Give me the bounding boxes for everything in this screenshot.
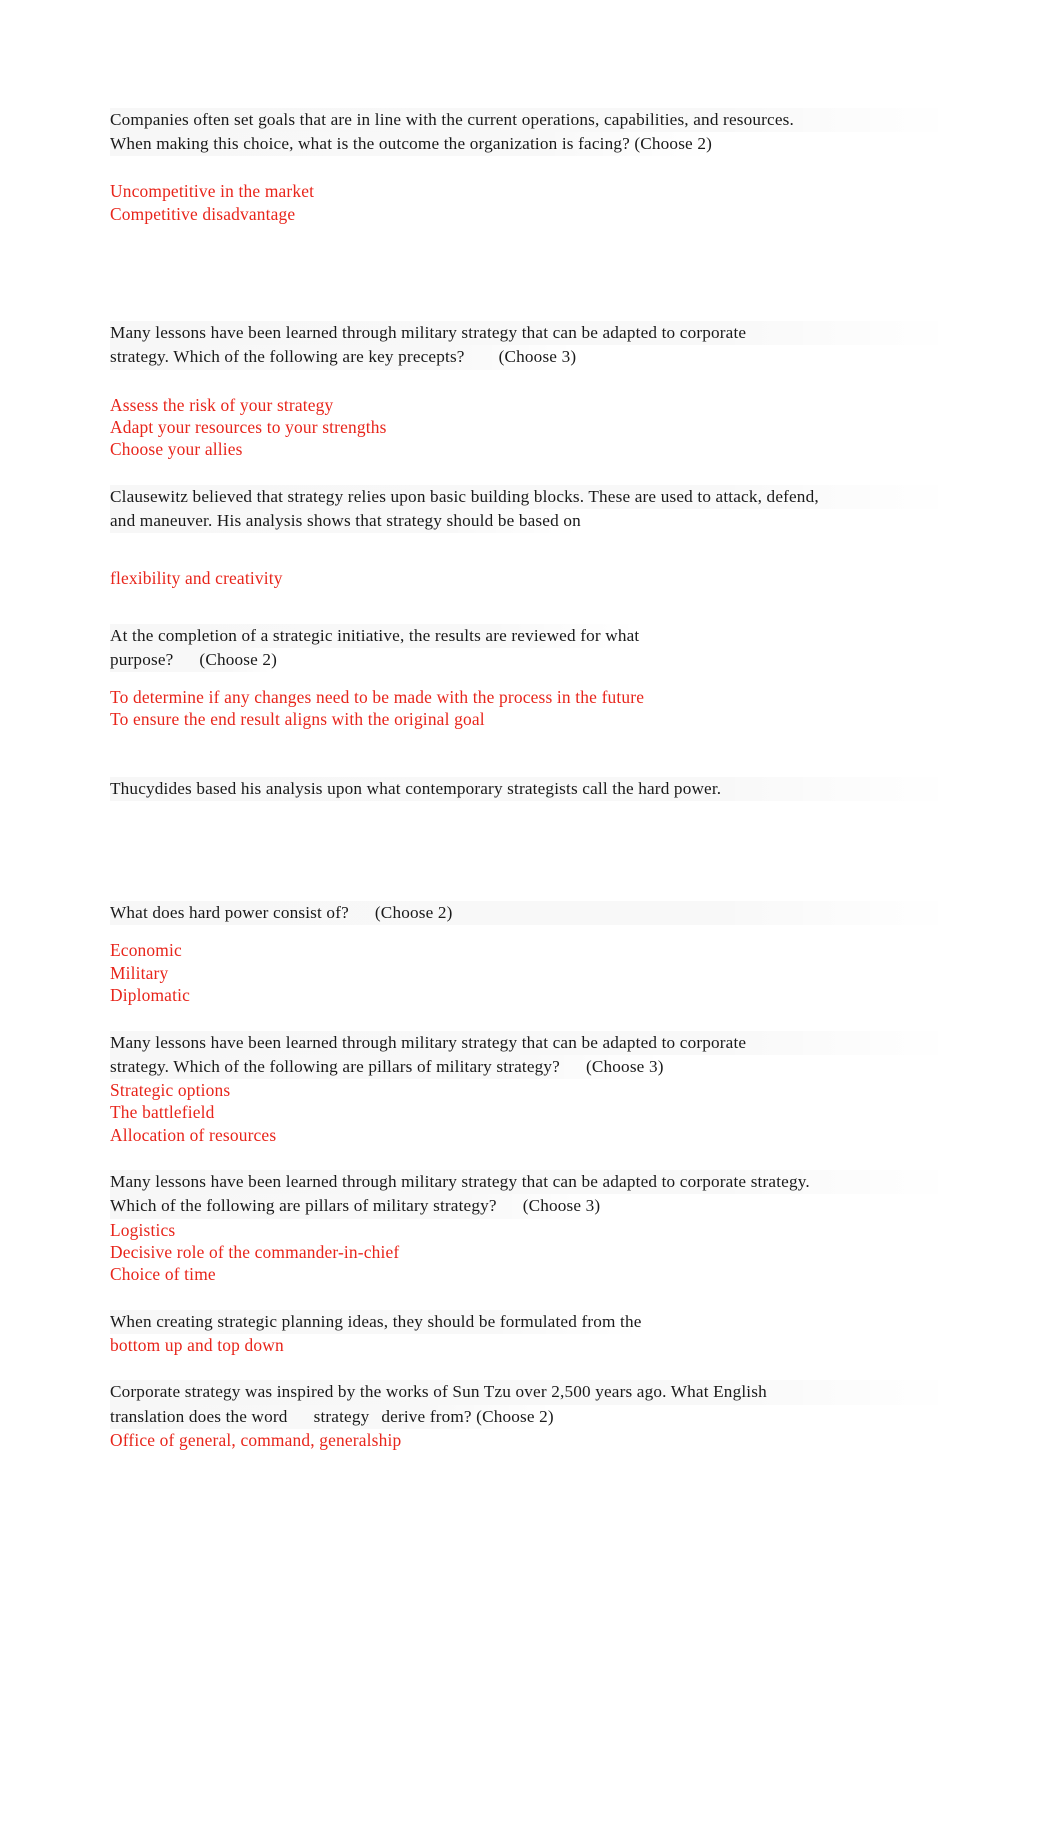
answer-list-2: Assess the risk of your strategy Adapt y… — [110, 394, 955, 461]
answer-item: Office of general, command, generalship — [110, 1429, 402, 1450]
question-text-7-choose-count: (Choose 3) — [585, 1056, 664, 1076]
answer-item: Logistics — [110, 1219, 176, 1240]
question-block-8: Many lessons have been learned through m… — [110, 1170, 955, 1286]
question-block-2: Many lessons have been learned through m… — [110, 321, 955, 461]
document-page: Companies often set goals that are in li… — [0, 0, 1062, 1830]
answer-item: Diplomatic — [110, 985, 190, 1006]
question-text-4-line-2-stem: purpose? — [110, 649, 174, 669]
question-text-1-line-2: When making this choice, what is the out… — [110, 132, 712, 157]
question-text-4-line-2: purpose? (Choose 2) — [110, 647, 278, 673]
answer-item: The battlefield — [110, 1102, 215, 1123]
answer-item: To determine if any changes need to be m… — [110, 687, 645, 708]
question-text-10-line-1: Corporate strategy was inspired by the w… — [110, 1380, 955, 1405]
question-text-6-choose-count: (Choose 2) — [374, 903, 453, 923]
answer-list-10: Office of general, command, generalship — [110, 1429, 955, 1451]
answer-list-4: To determine if any changes need to be m… — [110, 686, 955, 731]
question-text-9-line-1: When creating strategic planning ideas, … — [110, 1309, 642, 1334]
answer-item: bottom up and top down — [110, 1334, 284, 1355]
question-text-7-line-1: Many lessons have been learned through m… — [110, 1030, 955, 1055]
question-block-9: When creating strategic planning ideas, … — [110, 1309, 955, 1357]
answer-item: Allocation of resources — [110, 1124, 277, 1145]
answer-item: Choose your allies — [110, 439, 243, 460]
question-text-6-stem: What does hard power consist of? — [110, 903, 349, 923]
question-text-8-line-2: Which of the following are pillars of mi… — [110, 1194, 601, 1219]
answer-list-9: bottom up and top down — [110, 1334, 955, 1356]
answer-item: Strategic options — [110, 1079, 231, 1100]
answer-item: Decisive role of the commander-in-chief — [110, 1241, 400, 1262]
answer-list-1: Uncompetitive in the market Competitive … — [110, 180, 955, 225]
answer-list-6: Economic Military Diplomatic — [110, 939, 955, 1006]
question-block-4: At the completion of a strategic initiat… — [110, 623, 955, 731]
question-text-3-line-1: Clausewitz believed that strategy relies… — [110, 484, 955, 510]
question-text-10-term: strategy — [313, 1406, 370, 1426]
question-text-2-line-2-stem: strategy. Which of the following are key… — [110, 347, 465, 367]
answer-item: flexibility and creativity — [110, 568, 283, 589]
answer-list-8: Logistics Decisive role of the commander… — [110, 1219, 955, 1286]
question-text-4-line-1: At the completion of a strategic initiat… — [110, 623, 640, 648]
section-spacer-large — [110, 801, 955, 901]
question-block-7: Many lessons have been learned through m… — [110, 1030, 955, 1147]
answer-item: Military — [110, 962, 169, 983]
answer-item: To ensure the end result aligns with the… — [110, 709, 485, 730]
question-text-4-choose-count: (Choose 2) — [199, 649, 278, 669]
question-text-8-line-1: Many lessons have been learned through m… — [110, 1170, 955, 1195]
question-text-2-choose-count: (Choose 3) — [498, 347, 577, 367]
question-text-7-line-2: strategy. Which of the following are pil… — [110, 1054, 664, 1079]
question-block-3: Clausewitz believed that strategy relies… — [110, 484, 955, 590]
question-text-6-line-1: What does hard power consist of? (Choose … — [110, 901, 955, 926]
answer-item: Choice of time — [110, 1264, 216, 1285]
question-text-10-line-2-tail: derive from? (Choose 2) — [381, 1406, 554, 1426]
question-text-10-line-2-stem: translation does the word — [110, 1406, 288, 1426]
question-text-8-choose-count: (Choose 3) — [522, 1196, 601, 1216]
document-content: Companies often set goals that are in li… — [110, 108, 955, 1451]
question-text-7-line-2-stem: strategy. Which of the following are pil… — [110, 1056, 560, 1076]
question-text-10-line-2: translation does the word strategy derive … — [110, 1404, 554, 1429]
question-block-10: Corporate strategy was inspired by the w… — [110, 1380, 955, 1451]
question-text-1-line-1: Companies often set goals that are in li… — [110, 108, 955, 133]
answer-item: Adapt your resources to your strengths — [110, 417, 387, 438]
question-block-1: Companies often set goals that are in li… — [110, 108, 955, 225]
question-block-6: What does hard power consist of? (Choose … — [110, 901, 955, 1006]
question-text-2-line-2: strategy. Which of the following are key… — [110, 345, 577, 370]
question-text-3-line-2: and maneuver. His analysis shows that st… — [110, 509, 581, 534]
answer-list-7: Strategic options The battlefield Alloca… — [110, 1079, 955, 1146]
answer-item: Uncompetitive in the market — [110, 181, 315, 202]
question-text-8-line-2-stem: Which of the following are pillars of mi… — [110, 1196, 497, 1216]
answer-item: Assess the risk of your strategy — [110, 394, 334, 415]
question-text-5-line-1: Thucydides based his analysis upon what … — [110, 776, 955, 802]
answer-item: Competitive disadvantage — [110, 203, 296, 224]
answer-item: Economic — [110, 940, 182, 961]
question-block-5: Thucydides based his analysis upon what … — [110, 776, 955, 802]
question-text-2-line-1: Many lessons have been learned through m… — [110, 321, 955, 346]
answer-list-3: flexibility and creativity — [110, 567, 955, 589]
